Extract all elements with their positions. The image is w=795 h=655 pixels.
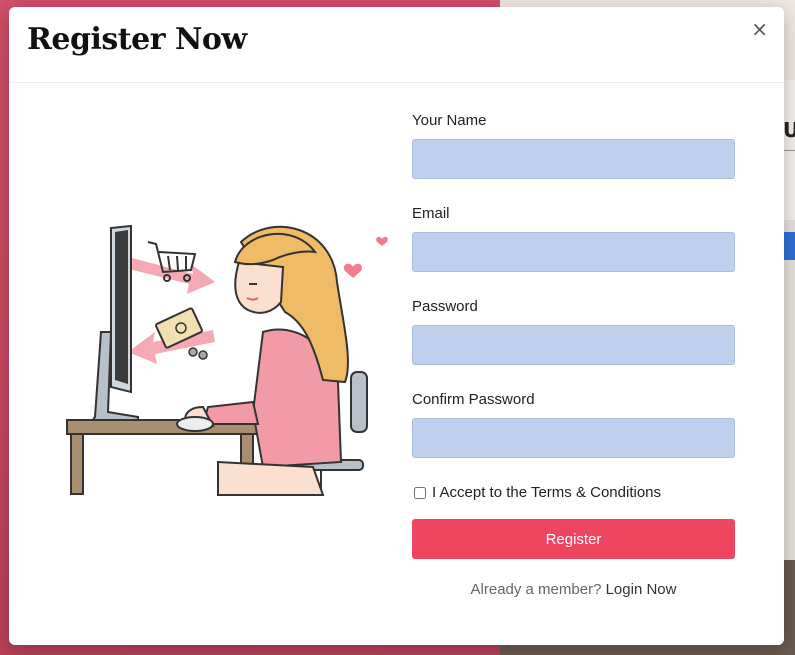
- backdrop-edge-letter: U: [783, 118, 795, 142]
- name-field[interactable]: [412, 139, 735, 179]
- terms-checkbox[interactable]: [414, 486, 426, 499]
- login-now-link[interactable]: Login Now: [606, 581, 677, 598]
- heart-icon: [343, 263, 363, 278]
- heart-icon: [376, 236, 388, 246]
- register-form: Your Name Email Password Confirm Passwor…: [412, 112, 735, 598]
- login-prompt: Already a member?: [470, 581, 606, 598]
- backdrop-divider: [783, 150, 795, 151]
- shopping-illustration: [66, 224, 388, 496]
- backdrop-blue-button: [783, 232, 795, 260]
- register-button[interactable]: Register: [412, 519, 735, 559]
- woman-figure: [176, 225, 349, 496]
- terms-row: I Accept to the Terms & Conditions: [412, 484, 735, 501]
- modal-header: Register Now ×: [9, 7, 784, 83]
- modal-title: Register Now: [27, 22, 247, 57]
- terms-label: I Accept to the Terms & Conditions: [432, 484, 662, 501]
- email-field[interactable]: [412, 232, 735, 272]
- confirm-password-field[interactable]: [412, 418, 735, 458]
- confirm-password-label: Confirm Password: [412, 391, 535, 408]
- email-label: Email: [412, 205, 450, 222]
- close-button[interactable]: ×: [751, 19, 768, 39]
- password-field[interactable]: [412, 325, 735, 365]
- register-modal: Register Now × Your Name Email Password …: [9, 7, 784, 645]
- name-label: Your Name: [412, 112, 487, 129]
- password-label: Password: [412, 298, 478, 315]
- monitor-icon: [88, 224, 139, 426]
- login-row: Already a member? Login Now: [412, 581, 735, 598]
